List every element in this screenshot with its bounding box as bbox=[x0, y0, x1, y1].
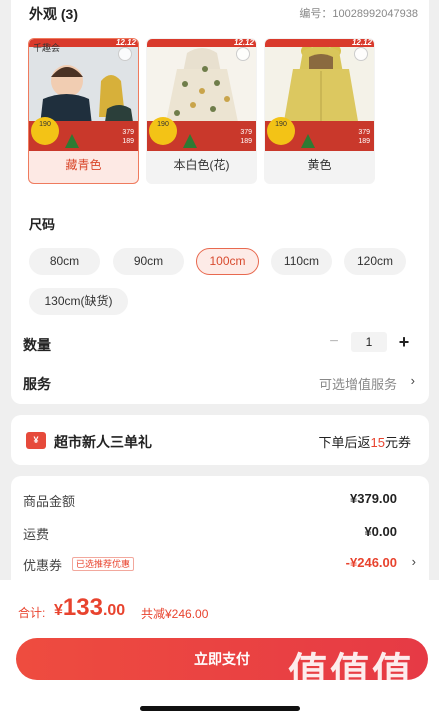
promo-date: 12.12 bbox=[115, 39, 136, 47]
goods-amount-label: 商品金额 bbox=[23, 494, 76, 509]
promo-date: 12.12 bbox=[351, 39, 372, 47]
chevron-right-icon[interactable]: › bbox=[412, 554, 416, 569]
home-indicator[interactable] bbox=[140, 706, 300, 711]
promo-title: 超市新人三单礼 bbox=[54, 434, 152, 450]
product-image: 12.12 千趣会 190 379 189 bbox=[29, 39, 138, 151]
new-user-promo-card[interactable]: ¥ 超市新人三单礼 下单后返15元券 bbox=[11, 415, 429, 465]
service-value[interactable]: 可选增值服务 bbox=[319, 374, 397, 393]
total-savings: 共减¥246.00 bbox=[141, 607, 209, 621]
zoom-icon[interactable] bbox=[236, 47, 250, 61]
coupon-tag: 已选推荐优惠 bbox=[72, 557, 135, 571]
size-option-120[interactable]: 120cm bbox=[344, 248, 406, 275]
brand-logo: 千趣会 bbox=[33, 43, 61, 53]
quantity-stepper: − 1 + bbox=[324, 331, 414, 353]
size-option-80[interactable]: 80cm bbox=[29, 248, 100, 275]
promo-reward: 下单后返15元券 bbox=[318, 435, 412, 450]
total-label: 合计: bbox=[18, 606, 46, 620]
quantity-label: 数量 bbox=[23, 337, 51, 353]
tree-icon bbox=[65, 134, 79, 148]
quantity-input[interactable]: 1 bbox=[351, 332, 387, 352]
color-option-white-floral[interactable]: 12.12 190 379 189 本白色(花) bbox=[146, 38, 257, 184]
checkout-bar: 合计: ¥133.00 共减¥246.00 立即支付 值值值 zhizhizhi… bbox=[0, 580, 439, 720]
price-summary-card: 商品金额 ¥379.00 运费 ¥0.00 优惠券 已选推荐优惠 -¥246.0… bbox=[11, 476, 429, 580]
watermark-url: zhizhizhi.com bbox=[289, 690, 380, 707]
goods-amount-value: ¥379.00 bbox=[350, 491, 397, 506]
size-option-130[interactable]: 130cm(缺货) bbox=[29, 288, 128, 315]
price-info: 379 189 bbox=[358, 129, 370, 145]
size-option-90[interactable]: 90cm bbox=[113, 248, 184, 275]
price-badge: 190 bbox=[267, 117, 295, 145]
chevron-right-icon[interactable]: › bbox=[411, 373, 415, 388]
product-image: 12.12 190 379 189 bbox=[265, 39, 374, 151]
color-label: 藏青色 bbox=[65, 158, 102, 172]
shipping-value: ¥0.00 bbox=[364, 524, 397, 539]
total-amount: ¥133.00 bbox=[54, 594, 126, 621]
coupon-label: 优惠券 bbox=[23, 558, 63, 573]
product-image: 12.12 190 379 189 bbox=[147, 39, 256, 151]
appearance-title: 外观 (3) bbox=[29, 6, 78, 22]
size-title: 尺码 bbox=[29, 217, 56, 232]
minus-button[interactable]: − bbox=[324, 333, 344, 351]
price-badge: 190 bbox=[149, 117, 177, 145]
size-option-100[interactable]: 100cm bbox=[196, 248, 259, 275]
color-option-navy[interactable]: 12.12 千趣会 190 379 189 藏青色 bbox=[28, 38, 139, 184]
plus-button[interactable]: + bbox=[394, 332, 414, 353]
color-label: 本白色(花) bbox=[173, 158, 230, 172]
shipping-label: 运费 bbox=[23, 527, 50, 542]
color-label: 黄色 bbox=[307, 158, 332, 172]
color-option-yellow[interactable]: 12.12 190 379 189 黄色 bbox=[264, 38, 375, 184]
zoom-icon[interactable] bbox=[354, 47, 368, 61]
price-info: 379 189 bbox=[122, 129, 134, 145]
coupon-icon: ¥ bbox=[26, 432, 46, 449]
zoom-icon[interactable] bbox=[118, 47, 132, 61]
promo-date: 12.12 bbox=[233, 39, 254, 47]
service-label: 服务 bbox=[23, 376, 51, 392]
price-badge: 190 bbox=[31, 117, 59, 145]
coupon-value[interactable]: -¥246.00 bbox=[346, 555, 397, 570]
price-info: 379 189 bbox=[240, 129, 252, 145]
tree-icon bbox=[183, 134, 197, 148]
sku-number: 编号：10028992047938 bbox=[299, 8, 418, 20]
size-option-110[interactable]: 110cm bbox=[271, 248, 332, 275]
tree-icon bbox=[301, 134, 315, 148]
